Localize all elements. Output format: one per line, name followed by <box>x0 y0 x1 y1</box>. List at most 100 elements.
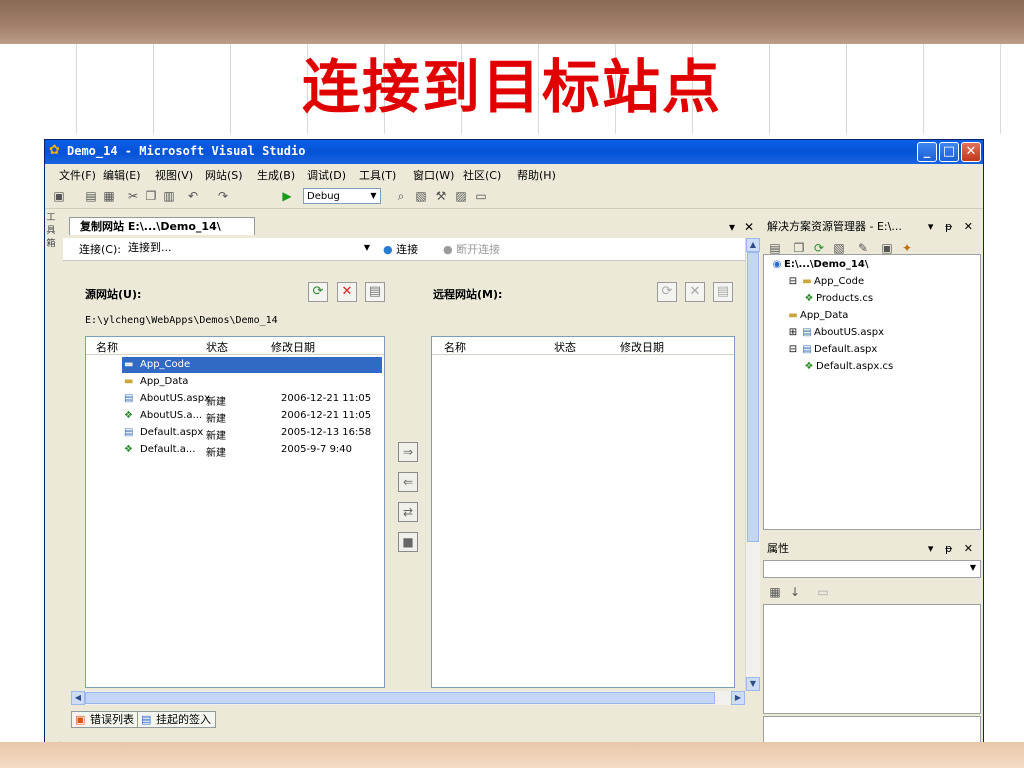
tree-item[interactable]: ❖ Default.aspx.cs <box>802 361 894 373</box>
column-header-status[interactable]: 状态 <box>554 339 576 355</box>
disconnect-button[interactable]: ● 断开连接 <box>443 241 500 257</box>
tree-item[interactable]: ◉ E:\...\Demo_14\ <box>770 259 869 271</box>
chevron-down-icon: ▼ <box>363 243 370 252</box>
table-row[interactable]: ❖ AboutUS.a... 新建 2006-12-21 11:05 <box>86 408 384 425</box>
close-button[interactable]: ✕ <box>961 142 981 162</box>
connection-dropdown[interactable]: 连接到... ▼ <box>128 240 370 256</box>
menu-view[interactable]: 视图(V) <box>155 167 193 183</box>
solution-config-dropdown[interactable]: Debug ▼ <box>303 188 381 204</box>
remote-file-list[interactable]: 名称 状态 修改日期 <box>431 336 735 688</box>
redo-icon[interactable]: ↷ <box>215 188 231 204</box>
document-close-icon[interactable]: ✕ <box>744 220 754 234</box>
collapse-icon[interactable]: ⊟ <box>786 344 800 356</box>
properties-toolbar: ▦ ↓ ▭ <box>763 580 981 602</box>
solution-explorer-tree[interactable]: ◉ E:\...\Demo_14\ ⊟ ▬ App_Code ❖ Products.cs ▬ A… <box>763 254 981 530</box>
vertical-scroll-thumb[interactable] <box>747 252 759 542</box>
properties-object-dropdown[interactable]: ▼ <box>763 560 981 578</box>
source-file-list[interactable]: 名称 状态 修改日期 ▬ App_Code ▬ App_Data ▤ AboutUS.as… <box>85 336 385 688</box>
menu-tools[interactable]: 工具(T) <box>359 167 396 183</box>
paste-icon[interactable]: ▥ <box>161 188 177 204</box>
collapse-icon[interactable]: ⊟ <box>786 276 800 288</box>
menu-help[interactable]: 帮助(H) <box>517 167 556 183</box>
source-delete-button[interactable]: ✕ <box>337 282 357 302</box>
properties-icon[interactable]: ⚒ <box>433 188 449 204</box>
start-debug-icon[interactable]: ▶ <box>279 188 295 204</box>
solution-explorer-icon[interactable]: ▧ <box>413 188 429 204</box>
copy-to-source-button[interactable]: ⇐ <box>398 472 418 492</box>
table-row[interactable]: ❖ Default.a... 新建 2005-9-7 9:40 <box>86 442 384 459</box>
source-list-header: 名称 状态 修改日期 <box>86 337 384 355</box>
menu-window[interactable]: 窗口(W) <box>413 167 454 183</box>
menu-debug[interactable]: 调试(D) <box>307 167 346 183</box>
column-header-modified[interactable]: 修改日期 <box>620 339 664 355</box>
save-icon[interactable]: ▤ <box>83 188 99 204</box>
properties-header: 属性 ▾ ᵽ ✕ <box>763 540 981 558</box>
disconnect-icon: ● <box>443 243 453 256</box>
tab-copy-website[interactable]: 复制网站 E:\...\Demo_14\ <box>69 217 255 235</box>
tree-item[interactable]: ❖ Products.cs <box>802 293 874 305</box>
source-refresh-button[interactable]: ⟳ <box>308 282 328 302</box>
find-in-files-icon[interactable]: ⌕ <box>393 188 409 204</box>
row-status: 新建 <box>206 448 226 459</box>
remote-refresh-button[interactable]: ⟳ <box>657 282 677 302</box>
tree-item[interactable]: ▬ App_Data <box>786 310 848 322</box>
alphabetical-icon[interactable]: ↓ <box>787 584 803 600</box>
expand-icon[interactable]: ⊞ <box>786 327 800 339</box>
tree-item[interactable]: ⊟ ▤ Default.aspx <box>786 344 878 356</box>
code-file-icon: ❖ <box>124 410 133 421</box>
column-header-name[interactable]: 名称 <box>444 339 466 355</box>
menu-website[interactable]: 网站(S) <box>205 167 243 183</box>
new-project-icon[interactable]: ▣ <box>51 188 67 204</box>
synchronize-button[interactable]: ⇄ <box>398 502 418 522</box>
aspx-file-icon: ▤ <box>124 393 134 404</box>
remote-delete-button[interactable]: ✕ <box>685 282 705 302</box>
column-header-status[interactable]: 状态 <box>206 339 228 355</box>
panel-window-controls[interactable]: ▾ ᵽ ✕ <box>928 218 977 236</box>
object-browser-icon[interactable]: ▨ <box>453 188 469 204</box>
stop-button[interactable]: ■ <box>398 532 418 552</box>
document-menu-icon[interactable]: ▾ <box>729 220 735 234</box>
remote-view-log-button[interactable]: ▤ <box>713 282 733 302</box>
tab-error-list[interactable]: ▣ 错误列表 <box>71 711 139 728</box>
properties-grid[interactable] <box>763 604 981 714</box>
categorized-icon[interactable]: ▦ <box>767 584 783 600</box>
table-row[interactable]: ▤ AboutUS.aspx 新建 2006-12-21 11:05 <box>86 391 384 408</box>
scroll-up-icon[interactable]: ▲ <box>746 238 760 252</box>
toolbox-strip[interactable]: 工具箱 <box>45 210 59 730</box>
table-row[interactable]: ▬ App_Data <box>86 374 384 390</box>
copy-to-remote-button[interactable]: ⇒ <box>398 442 418 462</box>
standard-toolbar: ▣ ▤ ▦ ✂ ❐ ▥ ↶ ↷ ▶ Debug ▼ ⌕ ▧ ⚒ ▨ ▭ <box>45 184 983 209</box>
horizontal-scrollbar[interactable]: ◀ ▶ <box>71 691 745 705</box>
save-all-icon[interactable]: ▦ <box>101 188 117 204</box>
row-status: 新建 <box>206 414 226 425</box>
connect-button[interactable]: ● 连接 <box>383 241 418 257</box>
tab-pending-checkins[interactable]: ▤ 挂起的签入 <box>137 711 216 728</box>
cut-icon[interactable]: ✂ <box>125 188 141 204</box>
menu-edit[interactable]: 编辑(E) <box>103 167 141 183</box>
horizontal-scroll-thumb[interactable] <box>85 692 715 704</box>
scroll-right-icon[interactable]: ▶ <box>731 691 745 705</box>
visual-studio-icon: ✿ <box>49 143 60 158</box>
menu-file[interactable]: 文件(F) <box>59 167 96 183</box>
tree-item[interactable]: ⊟ ▬ App_Code <box>786 276 864 288</box>
table-row[interactable]: ▤ Default.aspx 新建 2005-12-13 16:58 <box>86 425 384 442</box>
chevron-down-icon: ▼ <box>370 191 377 200</box>
vertical-scrollbar[interactable]: ▲ ▼ <box>745 238 760 691</box>
property-pages-icon[interactable]: ▭ <box>815 584 831 600</box>
toolbox-icon[interactable]: ▭ <box>473 188 489 204</box>
column-header-name[interactable]: 名称 <box>96 339 118 355</box>
panel-window-controls[interactable]: ▾ ᵽ ✕ <box>928 540 977 558</box>
menu-build[interactable]: 生成(B) <box>257 167 295 183</box>
menu-community[interactable]: 社区(C) <box>463 167 501 183</box>
tree-item[interactable]: ⊞ ▤ AboutUS.aspx <box>786 327 884 339</box>
table-row[interactable]: ▬ App_Code <box>122 357 382 373</box>
maximize-button[interactable]: □ <box>939 142 959 162</box>
undo-icon[interactable]: ↶ <box>185 188 201 204</box>
scroll-down-icon[interactable]: ▼ <box>746 677 760 691</box>
slide-top-bar <box>0 0 1024 44</box>
minimize-button[interactable]: _ <box>917 142 937 162</box>
copy-icon[interactable]: ❐ <box>143 188 159 204</box>
source-view-log-button[interactable]: ▤ <box>365 282 385 302</box>
scroll-left-icon[interactable]: ◀ <box>71 691 85 705</box>
column-header-modified[interactable]: 修改日期 <box>271 339 315 355</box>
